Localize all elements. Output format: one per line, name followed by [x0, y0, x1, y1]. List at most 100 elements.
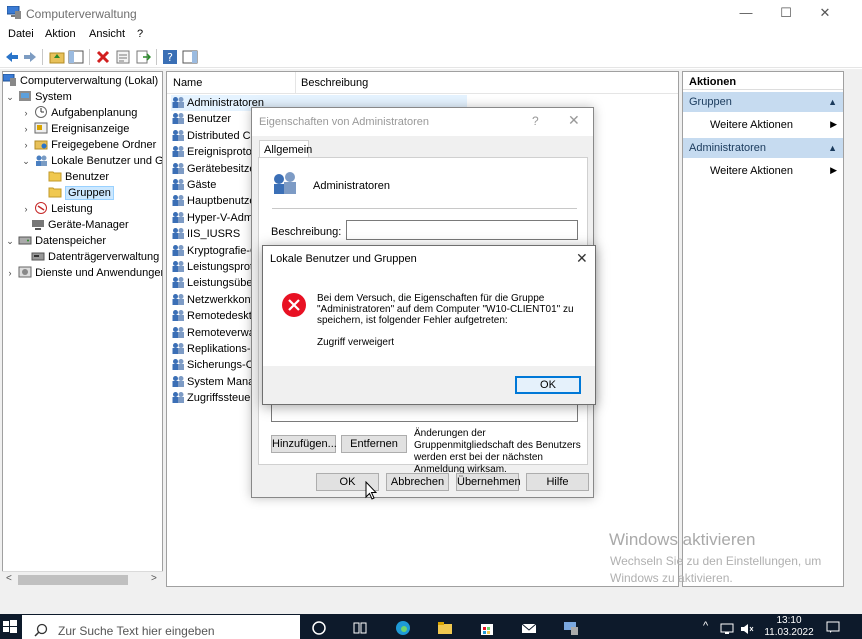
action-weitere-aktionen[interactable]: Weitere Aktionen ▶ [683, 162, 843, 180]
list-item[interactable]: Gerätebesitzer [171, 161, 259, 177]
tree-item-datentraegerverwaltung[interactable]: Datenträgerverwaltung [31, 249, 159, 265]
apply-button[interactable]: Übernehmen [456, 473, 521, 491]
collapse-chevron-icon[interactable]: ⌄ [5, 89, 15, 105]
action-weitere-aktionen[interactable]: Weitere Aktionen ▶ [683, 116, 843, 134]
list-item[interactable]: Remotedeskto [171, 308, 258, 324]
up-folder-icon[interactable] [49, 49, 65, 65]
collapse-triangle-icon[interactable]: ▲ [828, 143, 837, 153]
expand-chevron-icon[interactable]: › [21, 201, 31, 217]
tree-item-lokale-benutzer-und-gruppen[interactable]: ⌄ Lokale Benutzer und Gruppen [21, 153, 162, 169]
expand-chevron-icon[interactable]: › [21, 137, 31, 153]
close-icon[interactable]: ✕ [576, 250, 588, 267]
column-divider[interactable] [295, 72, 296, 94]
help-dialog-button[interactable]: Hilfe [526, 473, 589, 491]
column-header-name[interactable]: Name [173, 77, 202, 89]
group-icon [172, 97, 184, 108]
error-message: Bei dem Versuch, die Eigenschaften für d… [317, 293, 574, 326]
task-view-icon[interactable] [352, 620, 368, 636]
cortana-icon[interactable] [311, 620, 327, 636]
actions-section-administratoren[interactable]: Administratoren ▲ [683, 138, 843, 158]
store-icon[interactable] [479, 620, 495, 636]
list-item[interactable]: Zugriffssteuer [171, 390, 254, 406]
computer-management-taskbar-icon[interactable] [563, 620, 579, 636]
list-item[interactable]: Replikations-O [171, 341, 259, 357]
group-icon [172, 244, 184, 256]
tree-item-system[interactable]: ⌄ System [5, 89, 72, 105]
tree-item-datenspeicher[interactable]: ⌄ Datenspeicher [5, 233, 106, 249]
tree-item-gruppen[interactable]: Gruppen [48, 185, 114, 201]
delete-icon[interactable] [95, 49, 111, 65]
network-icon[interactable] [720, 623, 734, 635]
description-input[interactable] [346, 220, 578, 240]
export-list-icon[interactable] [135, 49, 151, 65]
tree-item-leistung[interactable]: › Leistung [21, 201, 93, 217]
list-item[interactable]: Netzwerkkonfi [171, 292, 256, 308]
list-item[interactable]: Hauptbenutze [171, 193, 256, 209]
column-header-beschreibung[interactable]: Beschreibung [301, 77, 368, 89]
list-item[interactable]: Sicherungs-Op [171, 357, 260, 373]
ok-button[interactable]: OK [515, 376, 581, 394]
taskbar-search-box[interactable]: Zur Suche Text hier eingeben [22, 615, 300, 639]
computer-management-icon [3, 74, 16, 86]
edge-browser-icon[interactable] [395, 620, 411, 636]
actions-pane: Aktionen Gruppen ▲ Weitere Aktionen ▶ Ad… [682, 71, 844, 587]
expand-chevron-icon[interactable]: › [21, 121, 31, 137]
help-icon[interactable]: ? [162, 49, 178, 65]
close-icon[interactable]: ✕ [568, 112, 580, 129]
add-member-button[interactable]: Hinzufügen... [271, 435, 337, 453]
volume-muted-icon[interactable] [740, 623, 754, 635]
expand-chevron-icon[interactable]: › [5, 265, 15, 281]
actions-section-gruppen[interactable]: Gruppen ▲ [683, 92, 843, 112]
mouse-cursor-icon [365, 481, 377, 500]
mail-icon[interactable] [521, 620, 537, 636]
list-item[interactable]: Ereignisprotok [171, 144, 257, 160]
list-item[interactable]: Gäste [171, 177, 216, 193]
tree-item-benutzer[interactable]: Benutzer [48, 169, 109, 185]
tree-item-geraete-manager[interactable]: Geräte-Manager [31, 217, 129, 233]
list-item[interactable]: Leistungsüber [171, 275, 256, 291]
expand-chevron-icon[interactable]: › [21, 105, 31, 121]
scroll-right-icon[interactable]: > [151, 573, 157, 584]
tree-item-ereignisanzeige[interactable]: › Ereignisanzeige [21, 121, 129, 137]
help-button[interactable]: ? [532, 114, 539, 128]
remove-member-button[interactable]: Entfernen [341, 435, 407, 453]
menu-datei[interactable]: Datei [8, 28, 34, 40]
list-item[interactable]: Remoteverwalt [171, 325, 260, 341]
windows-start-icon[interactable] [0, 614, 20, 639]
list-item[interactable]: Kryptografie-O [171, 243, 259, 259]
show-hidden-icons-icon[interactable]: ^ [703, 620, 708, 632]
back-arrow-icon[interactable] [4, 49, 20, 65]
scrollbar-thumb[interactable] [18, 575, 128, 585]
close-button[interactable]: ✕ [805, 0, 845, 26]
collapse-chevron-icon[interactable]: ⌄ [21, 153, 31, 169]
tree-item-computerverwaltung[interactable]: Computerverwaltung (Lokal) [3, 73, 158, 89]
action-pane-icon[interactable] [182, 49, 198, 65]
menu-aktion[interactable]: Aktion [45, 28, 76, 40]
list-item[interactable]: Hyper-V-Adm [171, 210, 253, 226]
scroll-left-icon[interactable]: < [6, 573, 12, 584]
show-hide-tree-icon[interactable] [68, 49, 84, 65]
list-item[interactable]: IIS_IUSRS [171, 226, 240, 242]
properties-icon[interactable] [115, 49, 131, 65]
notifications-icon[interactable] [826, 621, 840, 634]
forward-arrow-icon[interactable] [22, 49, 38, 65]
cancel-button[interactable]: Abbrechen [386, 473, 449, 491]
maximize-button[interactable]: ☐ [766, 0, 806, 26]
menu-ansicht[interactable]: Ansicht [89, 28, 125, 40]
tree-item-aufgabenplanung[interactable]: › Aufgabenplanung [21, 105, 137, 121]
tab-allgemein[interactable]: Allgemein [259, 140, 312, 158]
tree-item-dienste-und-anwendungen[interactable]: › Dienste und Anwendungen [5, 265, 162, 281]
minimize-button[interactable]: — [726, 0, 766, 26]
collapse-chevron-icon[interactable]: ⌄ [5, 233, 15, 249]
menu-help[interactable]: ? [137, 28, 143, 40]
list-item[interactable]: Leistungsproto [171, 259, 259, 275]
list-item[interactable]: Benutzer [171, 111, 231, 127]
menu-bar: Datei Aktion Ansicht ? [0, 26, 862, 44]
list-item[interactable]: System Manag [171, 374, 260, 390]
taskbar-clock[interactable]: 13:10 11.03.2022 [762, 615, 816, 639]
list-item[interactable]: Distributed CO [171, 128, 259, 144]
tree-horizontal-scrollbar[interactable]: < > [2, 571, 163, 587]
tree-item-freigegebene-ordner[interactable]: › Freigegebene Ordner [21, 137, 157, 153]
file-explorer-icon[interactable] [437, 620, 453, 636]
collapse-triangle-icon[interactable]: ▲ [828, 97, 837, 107]
